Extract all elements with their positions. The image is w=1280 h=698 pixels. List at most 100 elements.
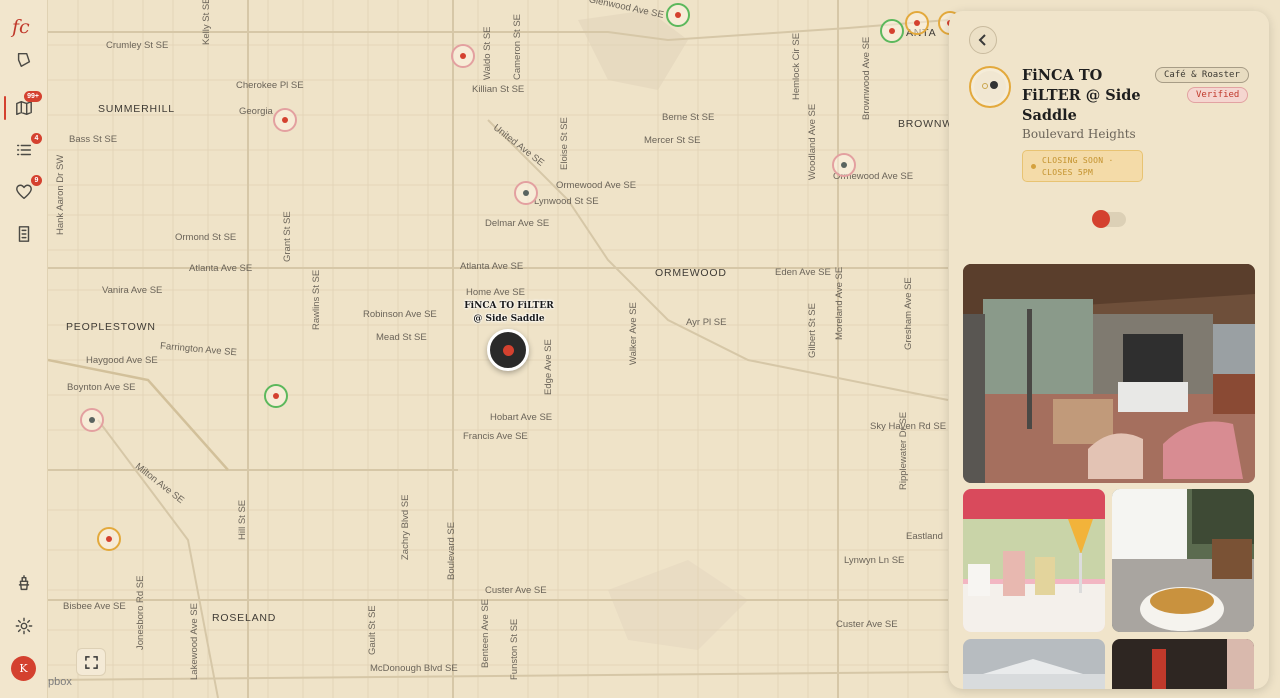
marker-dot bbox=[914, 20, 920, 26]
sidebar-item-notes[interactable] bbox=[10, 220, 38, 248]
street-label: Berne St SE bbox=[662, 112, 715, 123]
selected-label-line1: FiNCA TO FiLTER bbox=[464, 301, 554, 311]
chevron-left-icon bbox=[978, 34, 986, 46]
visit-toggle[interactable] bbox=[1092, 210, 1126, 228]
sidebar-item-map[interactable]: 99+ bbox=[10, 91, 42, 122]
street-label: Woodland Ave SE bbox=[807, 103, 818, 180]
street-label: Eden Ave SE bbox=[775, 267, 831, 278]
street-label: Killian St SE bbox=[472, 84, 525, 95]
street-label: Hill St SE bbox=[237, 499, 248, 540]
cafe-marker[interactable] bbox=[514, 181, 538, 205]
cafe-neighborhood: Boulevard Heights bbox=[1022, 127, 1136, 141]
cafe-marker[interactable] bbox=[264, 384, 288, 408]
street-label: Lakewood Ave SE bbox=[189, 603, 200, 680]
street-label: Hemlock Cir SE bbox=[791, 32, 802, 100]
marker-dot bbox=[460, 53, 466, 59]
street-label: Boulevard SE bbox=[446, 521, 457, 580]
cafe-marker[interactable] bbox=[905, 11, 929, 35]
toggle-knob bbox=[1092, 210, 1110, 228]
user-avatar[interactable]: K bbox=[11, 656, 36, 681]
cafe-logo-image bbox=[974, 71, 1006, 103]
coffee-press-icon bbox=[18, 575, 30, 591]
street-label: Ripplewater Dr SE bbox=[898, 411, 909, 490]
marker-dot bbox=[273, 393, 279, 399]
leaf-icon bbox=[17, 52, 31, 68]
cafe-marker[interactable] bbox=[273, 108, 297, 132]
street-label: Gilbert St SE bbox=[807, 303, 818, 358]
cafe-photo-counter[interactable] bbox=[1112, 639, 1254, 689]
marker-dot bbox=[502, 344, 514, 356]
street-label: Custer Ave SE bbox=[485, 585, 547, 596]
marker-dot bbox=[282, 117, 288, 123]
street-label: Eastland bbox=[906, 531, 943, 542]
selected-cafe-marker[interactable] bbox=[487, 329, 529, 371]
street-label: Gresham Ave SE bbox=[903, 277, 914, 350]
street-label: Gault St SE bbox=[367, 605, 378, 655]
cafe-name: FiNCA TO FiLTER @ Side Saddle bbox=[1022, 67, 1141, 124]
marker-dot bbox=[523, 190, 529, 196]
street-label: Lynwood St SE bbox=[534, 196, 599, 207]
cafe-photo-latte[interactable] bbox=[1112, 489, 1254, 632]
sidebar-item-list[interactable]: 4 bbox=[10, 133, 42, 164]
sidebar-item-settings[interactable] bbox=[10, 612, 38, 640]
marker-dot bbox=[89, 417, 95, 423]
sidebar-item-favorites[interactable]: 9 bbox=[10, 175, 42, 206]
street-label: Robinson Ave SE bbox=[363, 309, 437, 320]
street-label: McDonough Blvd SE bbox=[370, 663, 458, 674]
neighborhood-label: BROWNW bbox=[898, 118, 953, 130]
street-label: Mercer St SE bbox=[644, 135, 701, 146]
cafe-marker[interactable] bbox=[451, 44, 475, 68]
list-icon bbox=[16, 144, 32, 156]
cafe-photo-patio[interactable] bbox=[963, 264, 1255, 483]
street-label: Georgia bbox=[239, 106, 273, 117]
map-attribution[interactable]: pbox bbox=[48, 676, 72, 688]
active-indicator bbox=[4, 96, 6, 120]
verified-badge: Verified bbox=[1187, 87, 1249, 103]
neighborhood-label: SUMMERHILL bbox=[98, 103, 175, 115]
street-label: Custer Ave SE bbox=[836, 619, 898, 630]
gear-icon bbox=[15, 617, 33, 635]
street-label: Eloise St SE bbox=[559, 117, 570, 170]
back-button[interactable] bbox=[969, 26, 997, 54]
cafe-photo-exterior[interactable] bbox=[963, 639, 1105, 689]
hours-status-badge: CLOSING SOON · CLOSES 5PM bbox=[1022, 150, 1143, 182]
street-label: Bass St SE bbox=[69, 134, 118, 145]
sidebar-item-coffee[interactable] bbox=[10, 570, 38, 598]
street-label: Hank Aaron Dr SW bbox=[55, 154, 66, 235]
street-label: Grant St SE bbox=[282, 211, 293, 262]
app-logo[interactable]: fc bbox=[12, 16, 30, 38]
cafe-marker[interactable] bbox=[666, 3, 690, 27]
status-dot bbox=[1031, 164, 1036, 169]
hours-line1: CLOSING SOON · bbox=[1042, 156, 1114, 165]
sidebar: fc 99+ 4 9 K bbox=[0, 0, 48, 698]
street-label: Ormond St SE bbox=[175, 232, 237, 243]
street-label: Cherokee Pl SE bbox=[236, 80, 304, 91]
list-count-badge: 4 bbox=[31, 133, 42, 144]
heart-icon bbox=[16, 184, 32, 200]
cafe-marker[interactable] bbox=[97, 527, 121, 551]
street-label: Brownwood Ave SE bbox=[861, 36, 872, 120]
fullscreen-button[interactable] bbox=[76, 648, 106, 676]
street-label: Moreland Ave SE bbox=[834, 266, 845, 340]
cafe-marker[interactable] bbox=[832, 153, 856, 177]
sidebar-item-explore[interactable] bbox=[10, 46, 38, 74]
marker-dot bbox=[675, 12, 681, 18]
neighborhood-label: PEOPLESTOWN bbox=[66, 321, 156, 333]
street-label: Ormewood Ave SE bbox=[556, 180, 637, 191]
street-label: Cameron St SE bbox=[512, 14, 523, 80]
street-label: Waldo St SE bbox=[482, 26, 493, 80]
map-count-badge: 99+ bbox=[24, 91, 42, 102]
app-root: fc 99+ 4 9 K Glenwood Ave SE Crumley St … bbox=[0, 0, 1280, 698]
cafe-marker[interactable] bbox=[880, 19, 904, 43]
street-label: Boynton Ave SE bbox=[67, 382, 136, 393]
marker-dot bbox=[106, 536, 112, 542]
cafe-marker[interactable] bbox=[80, 408, 104, 432]
hours-line2: CLOSES 5PM bbox=[1042, 168, 1094, 177]
street-label: Home Ave SE bbox=[466, 287, 525, 298]
fullscreen-icon bbox=[84, 655, 98, 669]
neighborhood-label: ORMEWOOD bbox=[655, 267, 727, 279]
cafe-photo-drinks[interactable] bbox=[963, 489, 1105, 632]
cafe-detail-panel: FiNCA TO FiLTER @ Side Saddle Boulevard … bbox=[949, 11, 1269, 689]
street-label: Kelly St SE bbox=[201, 0, 212, 45]
cafe-logo bbox=[969, 66, 1011, 108]
